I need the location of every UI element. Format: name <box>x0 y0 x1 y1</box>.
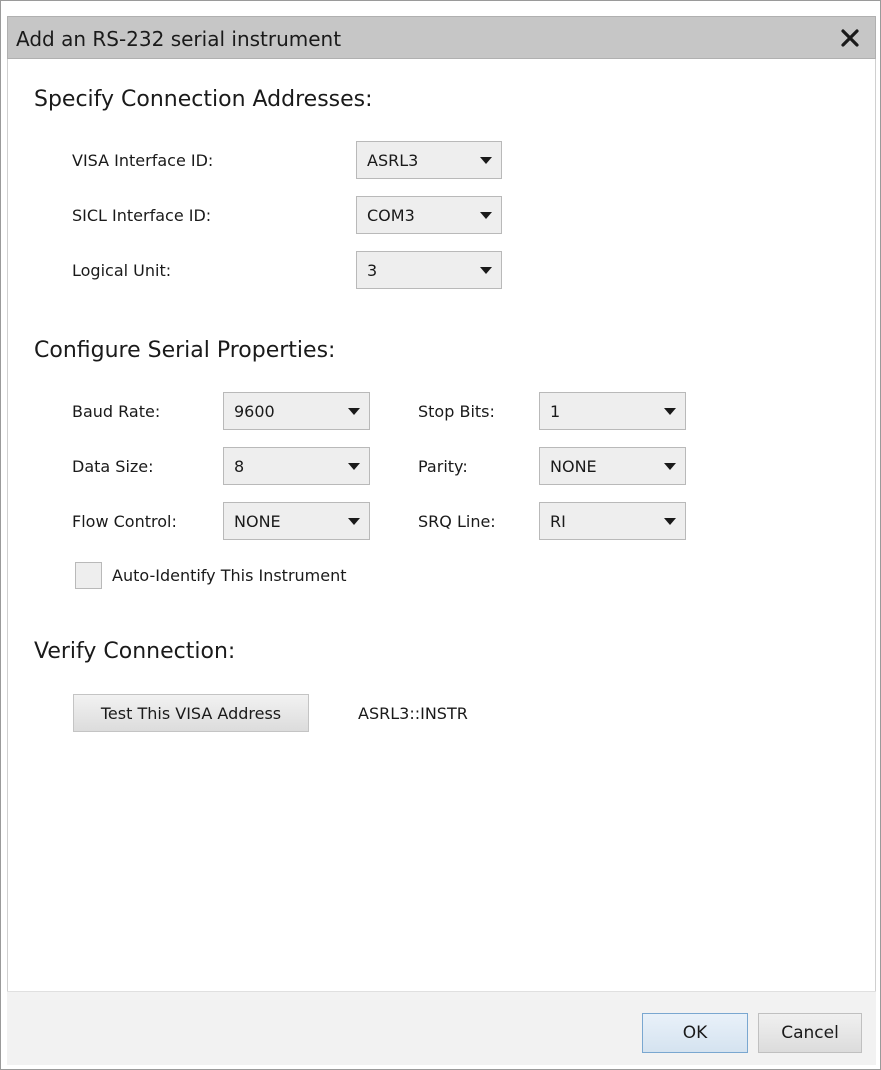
verify-heading: Verify Connection: <box>34 639 236 664</box>
chevron-down-icon <box>664 463 676 470</box>
sicl-interface-value: COM3 <box>367 206 415 225</box>
dialog-footer: OK Cancel <box>7 991 876 1065</box>
flow-control-value: NONE <box>234 512 281 531</box>
chevron-down-icon <box>348 408 360 415</box>
sicl-interface-label: SICL Interface ID: <box>72 206 212 225</box>
visa-address-readout: ASRL3::INSTR <box>358 704 468 723</box>
srq-line-value: RI <box>550 512 566 531</box>
flow-control-label: Flow Control: <box>72 512 177 531</box>
stop-bits-select[interactable]: 1 <box>539 392 686 430</box>
auto-identify-label: Auto-Identify This Instrument <box>112 566 347 585</box>
visa-interface-select[interactable]: ASRL3 <box>356 141 502 179</box>
auto-identify-checkbox[interactable] <box>75 562 102 589</box>
stop-bits-label: Stop Bits: <box>418 402 495 421</box>
logical-unit-label: Logical Unit: <box>72 261 172 280</box>
title-bar: Add an RS-232 serial instrument <box>7 16 876 59</box>
dialog-body: Specify Connection Addresses: VISA Inter… <box>7 59 876 1065</box>
visa-interface-label: VISA Interface ID: <box>72 151 214 170</box>
close-icon[interactable] <box>839 27 861 49</box>
srq-line-select[interactable]: RI <box>539 502 686 540</box>
baud-rate-value: 9600 <box>234 402 275 421</box>
chevron-down-icon <box>664 408 676 415</box>
serial-heading: Configure Serial Properties: <box>34 338 336 363</box>
chevron-down-icon <box>480 157 492 164</box>
parity-label: Parity: <box>418 457 468 476</box>
test-visa-address-button[interactable]: Test This VISA Address <box>73 694 309 732</box>
chevron-down-icon <box>480 212 492 219</box>
stop-bits-value: 1 <box>550 402 561 421</box>
chevron-down-icon <box>664 518 676 525</box>
parity-select[interactable]: NONE <box>539 447 686 485</box>
logical-unit-value: 3 <box>367 261 378 280</box>
data-size-value: 8 <box>234 457 245 476</box>
chevron-down-icon <box>348 518 360 525</box>
baud-rate-label: Baud Rate: <box>72 402 161 421</box>
dialog-title: Add an RS-232 serial instrument <box>16 27 342 51</box>
cancel-button[interactable]: Cancel <box>758 1013 862 1053</box>
dialog: Add an RS-232 serial instrument Specify … <box>0 0 881 1070</box>
parity-value: NONE <box>550 457 597 476</box>
visa-interface-value: ASRL3 <box>367 151 419 170</box>
baud-rate-select[interactable]: 9600 <box>223 392 370 430</box>
srq-line-label: SRQ Line: <box>418 512 496 531</box>
flow-control-select[interactable]: NONE <box>223 502 370 540</box>
data-size-label: Data Size: <box>72 457 154 476</box>
connection-heading: Specify Connection Addresses: <box>34 87 373 112</box>
sicl-interface-select[interactable]: COM3 <box>356 196 502 234</box>
data-size-select[interactable]: 8 <box>223 447 370 485</box>
logical-unit-select[interactable]: 3 <box>356 251 502 289</box>
ok-button[interactable]: OK <box>642 1013 748 1053</box>
chevron-down-icon <box>348 463 360 470</box>
chevron-down-icon <box>480 267 492 274</box>
